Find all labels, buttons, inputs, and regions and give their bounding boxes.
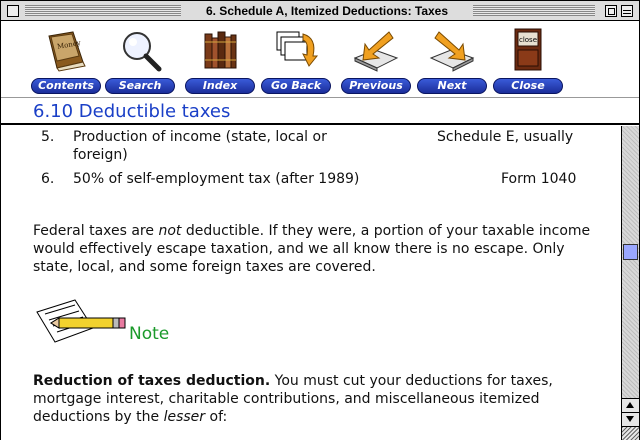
paragraph-text: Federal taxes are (33, 223, 159, 239)
reduction-paragraph: Reduction of taxes deduction. You must c… (33, 372, 603, 426)
help-window: 6. Schedule A, Itemized Deductions: Taxe… (0, 0, 640, 440)
list-item-text-continued: foreign) (73, 147, 128, 163)
go-back-button[interactable]: Go Back (261, 28, 331, 96)
paragraph-heading: Reduction of taxes deduction. (33, 373, 271, 389)
resize-grip[interactable] (622, 426, 639, 440)
list-item-number: 6. (41, 171, 55, 187)
zoom-box[interactable] (605, 5, 617, 17)
index-button[interactable]: Index (185, 28, 255, 96)
contents-button-label: Contents (31, 78, 101, 94)
search-button-label: Search (105, 78, 175, 94)
pencil-note-icon (36, 299, 126, 343)
emphasis-text: not (158, 223, 182, 239)
books-icon (204, 31, 237, 69)
list-item-number: 5. (41, 129, 55, 145)
arrow-up-icon (626, 402, 634, 408)
book-arrow-left-icon (353, 31, 399, 72)
scroll-up-arrow[interactable] (622, 398, 639, 412)
close-button-label: Close (493, 78, 563, 94)
section-header: 6.10 Deductible taxes (1, 99, 639, 125)
collapse-box[interactable] (621, 5, 633, 17)
stacked-pages-back-icon (276, 31, 319, 67)
next-button[interactable]: Next (417, 28, 487, 96)
scroll-thumb[interactable] (623, 244, 638, 260)
note-label: Note (129, 324, 170, 344)
section-title: 6.10 Deductible taxes (33, 101, 231, 122)
contents-button[interactable]: Money Contents (31, 28, 101, 96)
federal-taxes-paragraph: Federal taxes are not deductible. If the… (33, 222, 603, 276)
previous-button-label: Previous (341, 78, 411, 94)
window-title: 6. Schedule A, Itemized Deductions: Taxe… (181, 3, 473, 19)
next-button-label: Next (417, 78, 487, 94)
arrow-down-icon (626, 416, 634, 422)
magnifier-icon (123, 32, 162, 72)
list-item-form: Schedule E, usually (437, 129, 574, 145)
paragraph-text: of: (205, 409, 228, 425)
previous-button[interactable]: Previous (341, 28, 411, 96)
vertical-scrollbar[interactable] (621, 126, 639, 440)
close-box[interactable] (7, 5, 19, 17)
svg-text:close: close (519, 36, 537, 44)
money-book-icon: Money (48, 31, 86, 72)
list-item-text: Production of income (state, local or (73, 129, 327, 145)
scroll-down-arrow[interactable] (622, 412, 639, 426)
toolbar: Money Contents Search Index Go Back Prev… (1, 22, 639, 98)
book-arrow-right-icon (429, 31, 475, 72)
title-bar-stripes-right (473, 5, 595, 16)
title-bar-stripes-left (25, 5, 181, 16)
go-back-button-label: Go Back (261, 78, 331, 94)
close-button[interactable]: close Close (493, 28, 563, 96)
title-bar[interactable]: 6. Schedule A, Itemized Deductions: Taxe… (1, 1, 639, 21)
content-area: 5. Production of income (state, local or… (1, 126, 621, 440)
close-book-icon: close (514, 28, 542, 71)
emphasis-text: lesser (163, 409, 206, 425)
search-button[interactable]: Search (105, 28, 175, 96)
index-button-label: Index (185, 78, 255, 94)
scroll-track[interactable] (622, 126, 639, 398)
list-item-form: Form 1040 (501, 171, 577, 187)
list-item-text: 50% of self-employment tax (after 1989) (73, 171, 360, 187)
